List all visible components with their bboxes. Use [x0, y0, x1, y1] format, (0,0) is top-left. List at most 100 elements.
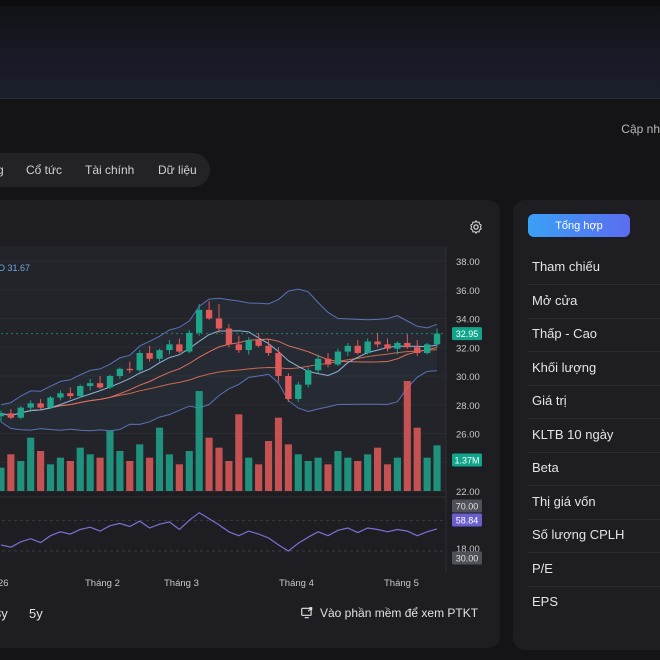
candle-body [156, 350, 163, 359]
period-5y[interactable]: 5y [29, 606, 43, 621]
stat-row-divider [528, 351, 660, 352]
price-tick-label: 38.00 [456, 257, 480, 268]
volume-bar [423, 457, 431, 491]
candle-body [136, 353, 143, 371]
volume-bar [185, 451, 193, 491]
stat-row-divider [528, 384, 660, 386]
summary-button[interactable]: Tổng hợp [528, 214, 630, 237]
candle-body [77, 386, 84, 397]
candle-body [245, 340, 252, 351]
candle-body [414, 347, 421, 353]
ptkt-link[interactable]: Vào phần mềm để xem PTKT [300, 606, 478, 620]
stat-row-label: EPS [532, 594, 559, 609]
volume-bar [205, 437, 213, 491]
candle-body [186, 332, 193, 352]
candle [285, 373, 292, 402]
candle-body [37, 403, 44, 408]
volume-bar [393, 457, 401, 491]
candle-body [324, 358, 332, 365]
x-axis-label: Tháng 2 [85, 578, 120, 589]
candle-body [384, 344, 391, 349]
stat-row-divider [528, 585, 660, 587]
volume-bar [0, 467, 5, 491]
gear-icon[interactable] [468, 219, 484, 235]
stat-row-label: Khối lượng [532, 359, 597, 375]
volume-bar [37, 451, 45, 491]
candle [17, 406, 24, 420]
candle-body [255, 340, 262, 346]
volume-bar [165, 454, 174, 491]
volume-bar [433, 445, 441, 491]
indicator-label: O 31.67 [0, 263, 30, 273]
volume-bar [274, 417, 283, 491]
volume-bar [235, 414, 243, 491]
candle-body [27, 403, 34, 408]
price-tick-label: 26.00 [456, 430, 480, 441]
volume-bar [27, 437, 35, 491]
volume-bar [195, 391, 203, 491]
x-axis-label: 26 [0, 578, 9, 589]
stat-row-label: Số lượng CPLH [532, 527, 625, 542]
volume-bar [215, 447, 223, 491]
volume-bar [96, 457, 104, 491]
volume-bar [7, 454, 15, 491]
candle-body [275, 353, 282, 376]
rsi-upper-badge: 70.00 [452, 499, 482, 513]
last-price-badge: 32.95 [452, 327, 482, 341]
candle-body [354, 345, 361, 353]
rsi-value-badge-text: 58.84 [456, 516, 479, 526]
volume-bar [245, 457, 253, 491]
rsi-line [0, 511, 438, 552]
last-price-badge-text: 32.95 [456, 329, 479, 339]
candle-body [374, 341, 381, 345]
volume-bar [314, 457, 322, 491]
stat-row-divider [528, 485, 660, 486]
candle-body [205, 309, 213, 319]
stat-row-divider [528, 284, 660, 285]
candle-body [17, 407, 24, 418]
ptkt-label: Vào phần mềm để xem PTKT [320, 606, 479, 620]
candle-body [394, 342, 401, 349]
volume-bar [66, 461, 74, 491]
volume-bar [294, 454, 302, 491]
volume-bar [255, 464, 263, 491]
candle-body [334, 351, 342, 365]
candle-body [196, 309, 203, 333]
volume-bar [136, 444, 144, 491]
stat-row-divider [528, 451, 660, 453]
rsi-lower-badge: 30.00 [452, 551, 482, 565]
candle [136, 350, 143, 372]
candle-body [96, 383, 104, 388]
price-tick-label: 22.00 [456, 487, 480, 498]
candle-body [265, 345, 272, 353]
candle-body [47, 397, 54, 408]
volume-bar [364, 454, 372, 491]
stat-row-label: Mở cửa [532, 292, 578, 308]
candle-body [146, 353, 153, 359]
candle-body [285, 376, 292, 399]
volume-badge: 1.37M [452, 453, 482, 467]
candle-body [166, 344, 173, 351]
volume-bar [17, 461, 25, 491]
x-axis-label: Tháng 5 [384, 578, 419, 589]
stat-row-label: KLTB 10 ngày [532, 426, 614, 442]
candle-body [433, 333, 441, 345]
volume-bar [146, 457, 154, 491]
volume-bar [354, 461, 362, 491]
volume-bar [86, 454, 94, 491]
candle-body [116, 368, 124, 376]
candle-body [404, 342, 411, 348]
volume-bar [126, 461, 134, 491]
stat-row-label: Tham chiếu [532, 259, 600, 274]
volume-badge-text: 1.37M [454, 456, 479, 466]
volume-bar [116, 451, 124, 491]
stat-row-divider [528, 552, 660, 553]
price-tick-label: 28.00 [456, 401, 480, 412]
stat-row-label: Beta [532, 460, 559, 475]
volume-bar [284, 444, 292, 491]
candle-body [295, 384, 302, 399]
period-3y[interactable]: 3y [0, 606, 8, 621]
external-window-icon [301, 607, 313, 619]
candle-body [126, 368, 133, 371]
candle-body [235, 344, 242, 351]
